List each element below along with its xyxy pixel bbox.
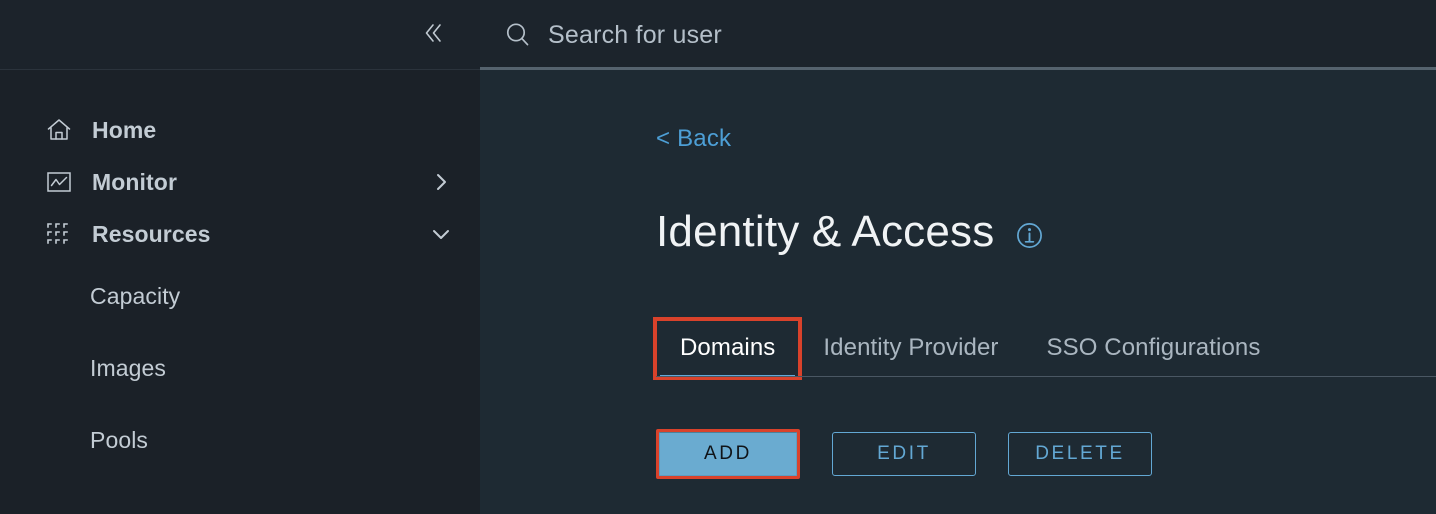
sidebar-item-label: Monitor: [92, 168, 178, 195]
monitor-chart-icon: [44, 167, 74, 197]
sidebar-item-home[interactable]: Home: [0, 104, 480, 156]
delete-button[interactable]: DELETE: [1008, 431, 1152, 476]
tab-bar: Domains Identity Provider SSO Configurat…: [652, 316, 1436, 380]
home-icon: [44, 115, 74, 145]
page-title: Identity & Access: [656, 207, 995, 257]
app-root: Home Monitor Resources Capacity Images P…: [0, 0, 1436, 514]
grid-resources-icon: [44, 219, 74, 249]
sidebar-item-images[interactable]: Images: [0, 332, 480, 404]
sidebar-item-pools[interactable]: Pools: [0, 404, 480, 476]
search-input[interactable]: Search for user: [548, 21, 722, 50]
chevron-down-icon[interactable]: [428, 221, 454, 247]
tab-domains[interactable]: Domains: [652, 316, 803, 380]
search-icon: [498, 15, 538, 55]
sidebar-item-resources[interactable]: Resources: [0, 208, 480, 260]
sidebar-item-label: Images: [90, 354, 167, 381]
collapse-sidebar-button[interactable]: [414, 15, 454, 55]
sidebar-item-label: Resources: [92, 220, 211, 247]
sidebar-item-monitor[interactable]: Monitor: [0, 156, 480, 208]
edit-button[interactable]: EDIT: [832, 431, 976, 476]
back-link[interactable]: < Back: [656, 125, 731, 153]
sidebar-item-label: Home: [92, 116, 157, 143]
tab-label: SSO Configurations: [1046, 334, 1261, 362]
search-bar[interactable]: Search for user: [480, 0, 1436, 70]
sidebar-item-label: Pools: [90, 426, 149, 453]
content-area: < Back Identity & Access Domains Identit…: [480, 70, 1436, 479]
tab-label: Domains: [680, 334, 776, 362]
action-button-row: ADD EDIT DELETE: [656, 428, 1436, 479]
sidebar-topbar: [0, 0, 480, 70]
add-button-label: ADD: [704, 442, 752, 464]
main-content: Search for user < Back Identity & Access: [480, 0, 1436, 514]
add-button-highlight: ADD: [656, 428, 800, 479]
sidebar-item-label: Capacity: [90, 282, 181, 309]
info-circle-icon[interactable]: [1016, 222, 1043, 249]
delete-button-label: DELETE: [1035, 442, 1125, 464]
add-button[interactable]: ADD: [659, 431, 797, 476]
sidebar-nav: Home Monitor Resources Capacity Images P…: [0, 70, 480, 476]
tab-sso-configurations[interactable]: SSO Configurations: [1023, 320, 1285, 377]
chevron-double-left-icon: [419, 20, 449, 51]
tab-identity-provider[interactable]: Identity Provider: [799, 320, 1022, 377]
page-title-row: Identity & Access: [656, 181, 1436, 284]
sidebar: Home Monitor Resources Capacity Images P…: [0, 0, 480, 514]
sidebar-item-capacity[interactable]: Capacity: [0, 260, 480, 332]
tab-label: Identity Provider: [823, 334, 999, 362]
chevron-right-icon[interactable]: [428, 169, 454, 195]
edit-button-label: EDIT: [877, 442, 931, 464]
